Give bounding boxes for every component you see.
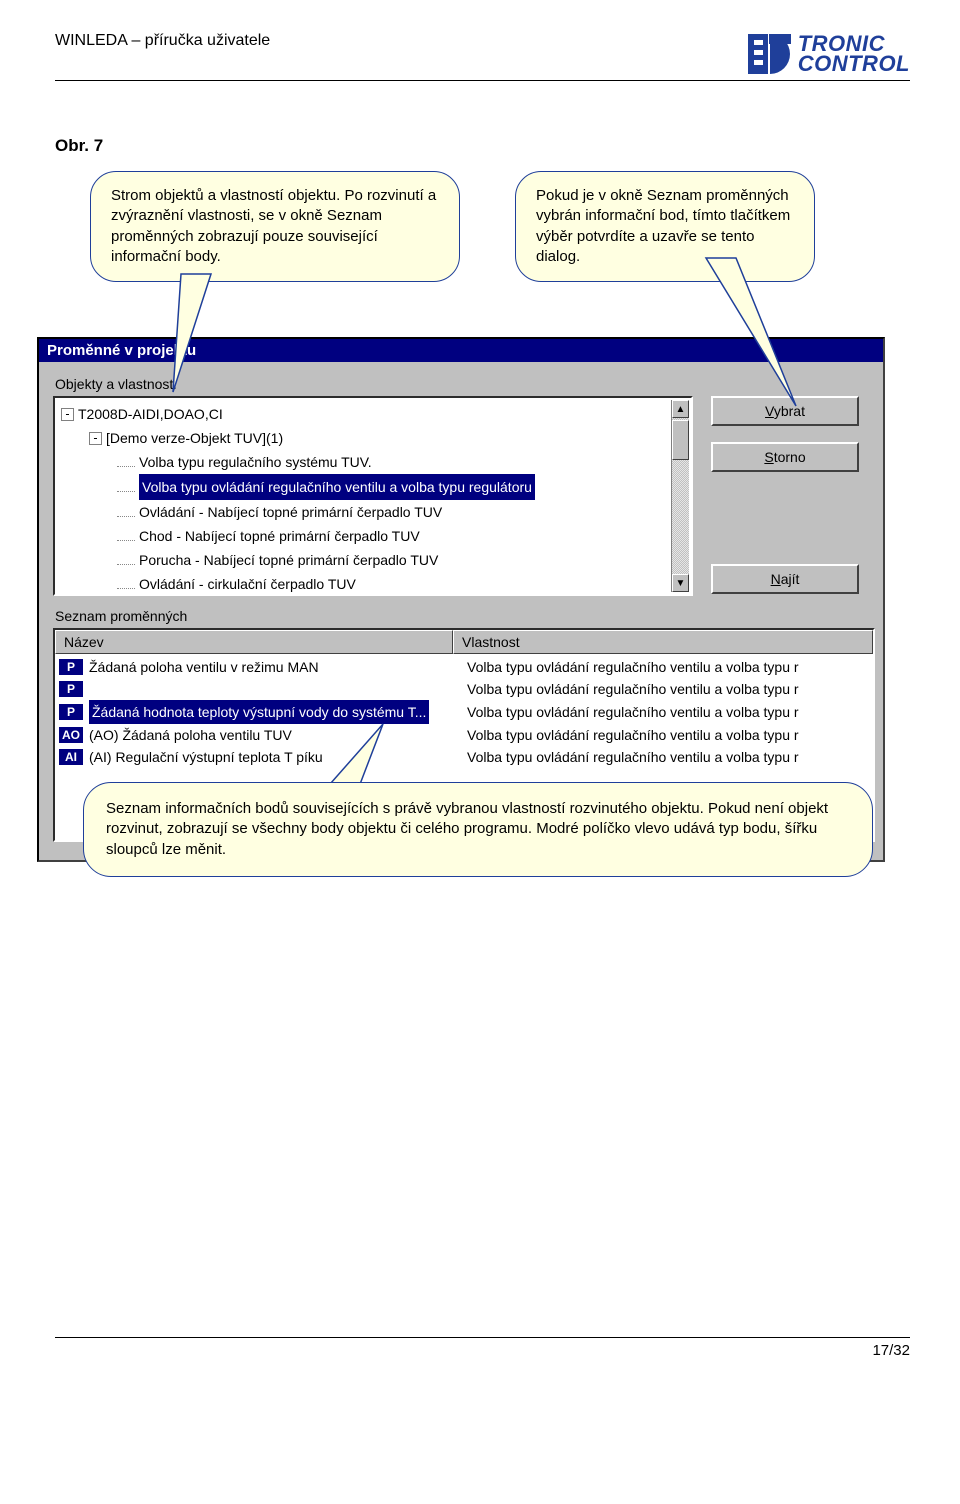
list-item[interactable]: P Žádaná poloha ventilu v režimu MAN Volba… bbox=[55, 656, 873, 678]
scroll-down-icon[interactable]: ▼ bbox=[672, 574, 689, 592]
row-prop: Volba typu ovládání regulačního ventilu … bbox=[459, 746, 873, 768]
row-name: (AI) Regulační výstupní teplota T píku bbox=[89, 749, 323, 765]
object-tree[interactable]: -T2008D-AIDI,DOAO,CI-[Demo verze-Objekt … bbox=[53, 396, 693, 596]
callout-select-button: Pokud je v okně Seznam proměnných vybrán… bbox=[515, 171, 815, 282]
tree-item-label: Ovládání - Nabíjecí topné primární čerpa… bbox=[139, 500, 442, 524]
type-badge: P bbox=[59, 659, 83, 675]
logo-text-2: CONTROL bbox=[798, 54, 910, 74]
row-prop: Volba typu ovládání regulačního ventilu … bbox=[459, 678, 873, 700]
logo: TRONIC CONTROL bbox=[746, 30, 910, 80]
tree-item-label: [Demo verze-Objekt TUV](1) bbox=[106, 426, 283, 450]
list-item[interactable]: P Volba typu ovládání regulačního ventilu… bbox=[55, 678, 873, 700]
page-header: WINLEDA – příručka uživatele TRONIC CONT… bbox=[55, 30, 910, 81]
row-name: Žádaná poloha ventilu v režimu MAN bbox=[89, 659, 319, 675]
row-prop: Volba typu ovládání regulačního ventilu … bbox=[459, 724, 873, 746]
scroll-thumb[interactable] bbox=[672, 420, 689, 460]
tree-item-label: Chod - Nabíjecí topné primární čerpadlo … bbox=[139, 524, 420, 548]
tree-item-label: Volba typu ovládání regulačního ventilu … bbox=[139, 474, 535, 500]
type-badge: P bbox=[59, 681, 83, 697]
tree-item[interactable]: -T2008D-AIDI,DOAO,CI bbox=[61, 402, 667, 426]
tree-item[interactable]: Chod - Nabíjecí topné primární čerpadlo … bbox=[61, 524, 667, 548]
callout-pointer-icon bbox=[706, 258, 826, 408]
callout-tree: Strom objektů a vlastností objektu. Po r… bbox=[90, 171, 460, 282]
doc-title: WINLEDA – příručka uživatele bbox=[55, 30, 270, 50]
tree-item-label: T2008D-AIDI,DOAO,CI bbox=[78, 402, 223, 426]
type-badge: P bbox=[59, 704, 83, 720]
collapse-icon[interactable]: - bbox=[61, 408, 74, 421]
tree-item[interactable]: Ovládání - Nabíjecí topné primární čerpa… bbox=[61, 500, 667, 524]
list-header[interactable]: Název Vlastnost bbox=[55, 630, 873, 654]
list-item[interactable]: P Žádaná hodnota teploty výstupní vody do… bbox=[55, 700, 873, 724]
tree-item[interactable]: Ovládání - cirkulační čerpadlo TUV bbox=[61, 572, 667, 592]
list-item[interactable]: AO (AO) Žádaná poloha ventilu TUV Volba ty… bbox=[55, 724, 873, 746]
row-name: (AO) Žádaná poloha ventilu TUV bbox=[89, 727, 292, 743]
tree-item[interactable]: Volba typu regulačního systému TUV. bbox=[61, 450, 667, 474]
figure-label: Obr. 7 bbox=[55, 136, 910, 156]
page-footer: 17/32 bbox=[55, 1337, 910, 1359]
find-button[interactable]: Najít bbox=[711, 564, 859, 594]
type-badge: AO bbox=[59, 727, 83, 743]
tree-item-label: Ovládání - cirkulační čerpadlo TUV bbox=[139, 572, 356, 592]
list-item[interactable]: AI (AI) Regulační výstupní teplota T píku… bbox=[55, 746, 873, 768]
column-prop[interactable]: Vlastnost bbox=[453, 630, 873, 654]
tree-scrollbar[interactable]: ▲ ▼ bbox=[671, 400, 689, 592]
collapse-icon[interactable]: - bbox=[89, 432, 102, 445]
type-badge: AI bbox=[59, 749, 83, 765]
scroll-up-icon[interactable]: ▲ bbox=[672, 400, 689, 418]
tronic-logo-icon bbox=[746, 30, 794, 78]
tree-item[interactable]: -[Demo verze-Objekt TUV](1) bbox=[61, 426, 667, 450]
row-prop: Volba typu ovládání regulačního ventilu … bbox=[459, 656, 873, 678]
tree-item[interactable]: Porucha - Nabíjecí topné primární čerpad… bbox=[61, 548, 667, 572]
callout-list: Seznam informačních bodů souvisejících s… bbox=[83, 782, 873, 877]
page-number: 17/32 bbox=[872, 1342, 910, 1359]
row-name: Žádaná hodnota teploty výstupní vody do … bbox=[89, 700, 429, 724]
row-prop: Volba typu ovládání regulačního ventilu … bbox=[459, 701, 873, 723]
tree-item-label: Volba typu regulačního systému TUV. bbox=[139, 450, 372, 474]
list-section-label: Seznam proměnných bbox=[55, 608, 869, 624]
column-name[interactable]: Název bbox=[55, 630, 453, 654]
callout-pointer-icon bbox=[171, 274, 291, 394]
cancel-button[interactable]: Storno bbox=[711, 442, 859, 472]
tree-item-label: Porucha - Nabíjecí topné primární čerpad… bbox=[139, 548, 438, 572]
tree-item[interactable]: Volba typu ovládání regulačního ventilu … bbox=[61, 474, 667, 500]
